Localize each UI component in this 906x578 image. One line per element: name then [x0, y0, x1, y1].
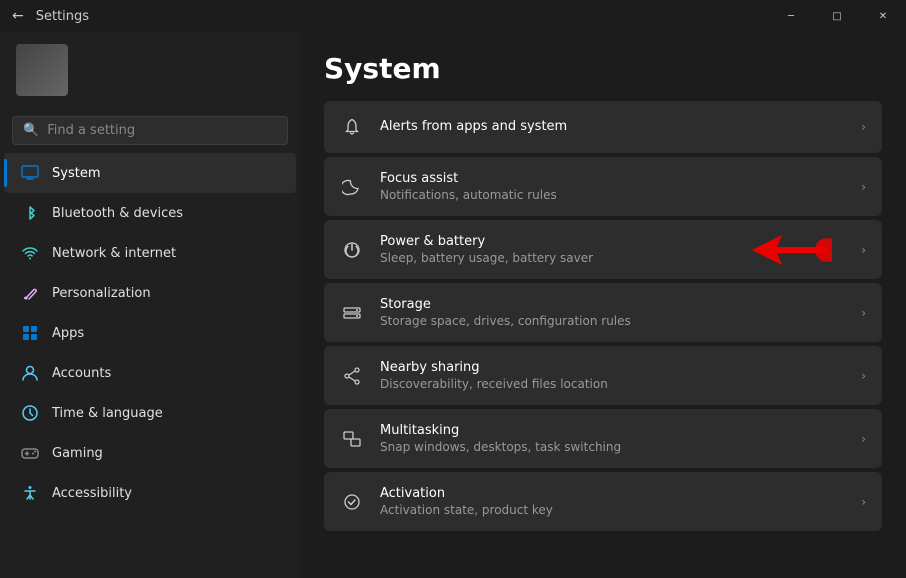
gamepad-icon [20, 443, 40, 463]
network-icon [20, 243, 40, 263]
settings-item-multitasking-sub: Snap windows, desktops, task switching [380, 440, 845, 454]
sidebar-item-network[interactable]: Network & internet [4, 233, 296, 273]
multitask-icon [340, 427, 364, 451]
settings-item-nearby[interactable]: Nearby sharing Discoverability, received… [324, 346, 882, 405]
multitasking-chevron: › [861, 432, 866, 446]
power-icon [340, 238, 364, 262]
settings-item-power-title: Power & battery [380, 234, 845, 249]
settings-item-focus-text: Focus assist Notifications, automatic ru… [380, 171, 845, 202]
sidebar: 🔍 System [0, 32, 300, 578]
sidebar-item-bluetooth[interactable]: Bluetooth & devices [4, 193, 296, 233]
settings-item-power-text: Power & battery Sleep, battery usage, ba… [380, 234, 845, 265]
settings-list: Alerts from apps and system › Focus assi… [324, 101, 882, 531]
sidebar-item-personalization-label: Personalization [52, 286, 151, 301]
settings-item-storage-title: Storage [380, 297, 845, 312]
sidebar-item-bluetooth-label: Bluetooth & devices [52, 206, 183, 221]
share-icon [340, 364, 364, 388]
bluetooth-icon [20, 203, 40, 223]
settings-item-power[interactable]: Power & battery Sleep, battery usage, ba… [324, 220, 882, 279]
sidebar-item-accounts[interactable]: Accounts [4, 353, 296, 393]
sidebar-item-system[interactable]: System [4, 153, 296, 193]
search-input[interactable] [47, 123, 277, 138]
settings-item-alerts[interactable]: Alerts from apps and system › [324, 101, 882, 153]
person-icon [20, 363, 40, 383]
search-container: 🔍 [0, 112, 300, 153]
avatar [16, 44, 68, 96]
settings-item-storage-text: Storage Storage space, drives, configura… [380, 297, 845, 328]
monitor-icon [20, 163, 40, 183]
user-area [0, 32, 300, 112]
settings-item-focus-title: Focus assist [380, 171, 845, 186]
settings-item-nearby-title: Nearby sharing [380, 360, 845, 375]
sidebar-item-personalization[interactable]: Personalization [4, 273, 296, 313]
settings-item-focus[interactable]: Focus assist Notifications, automatic ru… [324, 157, 882, 216]
settings-item-storage-sub: Storage space, drives, configuration rul… [380, 314, 845, 328]
check-circle-icon [340, 490, 364, 514]
settings-item-activation[interactable]: Activation Activation state, product key… [324, 472, 882, 531]
sidebar-item-time-label: Time & language [52, 406, 163, 421]
accessibility-icon [20, 483, 40, 503]
settings-item-multitasking-title: Multitasking [380, 423, 845, 438]
moon-icon [340, 175, 364, 199]
maximize-button[interactable]: □ [814, 0, 860, 32]
sidebar-item-gaming[interactable]: Gaming [4, 433, 296, 473]
settings-item-activation-text: Activation Activation state, product key [380, 486, 845, 517]
sidebar-item-accessibility-label: Accessibility [52, 486, 132, 501]
clock-icon [20, 403, 40, 423]
settings-item-multitasking-text: Multitasking Snap windows, desktops, tas… [380, 423, 845, 454]
brush-icon [20, 283, 40, 303]
sidebar-item-system-label: System [52, 166, 100, 181]
settings-item-multitasking[interactable]: Multitasking Snap windows, desktops, tas… [324, 409, 882, 468]
back-icon[interactable]: ← [12, 8, 24, 24]
alerts-chevron: › [861, 120, 866, 134]
page-title: System [324, 32, 882, 101]
search-icon: 🔍 [23, 123, 39, 138]
apps-icon [20, 323, 40, 343]
activation-chevron: › [861, 495, 866, 509]
power-wrapper: Power & battery Sleep, battery usage, ba… [324, 220, 882, 279]
settings-item-nearby-text: Nearby sharing Discoverability, received… [380, 360, 845, 391]
storage-icon [340, 301, 364, 325]
sidebar-item-accounts-label: Accounts [52, 366, 111, 381]
settings-item-alerts-title: Alerts from apps and system [380, 119, 845, 134]
bell-icon [340, 115, 364, 139]
main-content: System Alerts from apps and system › [300, 32, 906, 578]
app-title: Settings [36, 9, 89, 24]
search-box[interactable]: 🔍 [12, 116, 288, 145]
sidebar-item-accessibility[interactable]: Accessibility [4, 473, 296, 513]
sidebar-item-apps[interactable]: Apps [4, 313, 296, 353]
sidebar-item-apps-label: Apps [52, 326, 84, 341]
sidebar-item-time[interactable]: Time & language [4, 393, 296, 433]
settings-item-activation-title: Activation [380, 486, 845, 501]
settings-item-alerts-text: Alerts from apps and system [380, 119, 845, 136]
storage-chevron: › [861, 306, 866, 320]
sidebar-item-gaming-label: Gaming [52, 446, 103, 461]
settings-item-storage[interactable]: Storage Storage space, drives, configura… [324, 283, 882, 342]
titlebar: ← Settings ─ □ ✕ [0, 0, 906, 32]
settings-item-activation-sub: Activation state, product key [380, 503, 845, 517]
power-chevron: › [861, 243, 866, 257]
settings-item-nearby-sub: Discoverability, received files location [380, 377, 845, 391]
close-button[interactable]: ✕ [860, 0, 906, 32]
sidebar-nav: System Bluetooth & devices [0, 153, 300, 513]
focus-chevron: › [861, 180, 866, 194]
settings-item-focus-sub: Notifications, automatic rules [380, 188, 845, 202]
titlebar-controls: ─ □ ✕ [768, 0, 906, 32]
nearby-chevron: › [861, 369, 866, 383]
minimize-button[interactable]: ─ [768, 0, 814, 32]
app-body: 🔍 System [0, 32, 906, 578]
sidebar-item-network-label: Network & internet [52, 246, 176, 261]
settings-item-power-sub: Sleep, battery usage, battery saver [380, 251, 845, 265]
titlebar-left: ← Settings [12, 8, 89, 24]
